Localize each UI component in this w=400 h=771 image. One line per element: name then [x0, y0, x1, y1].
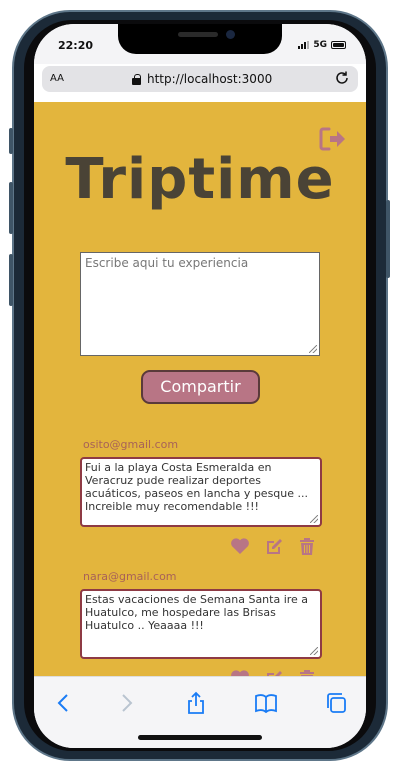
share-icon[interactable] [184, 691, 208, 715]
phone-screen: 22:20 5G AA http://localhost:3000 Tripti… [34, 24, 366, 748]
post-text-content: Estas vacaciones de Semana Santa ire a H… [85, 593, 309, 632]
status-indicators: 5G [298, 40, 346, 50]
edit-icon[interactable] [264, 537, 284, 555]
heart-icon[interactable] [230, 669, 250, 676]
tabs-icon[interactable] [324, 691, 348, 715]
url-text: http://localhost:3000 [147, 72, 273, 86]
post-email: nara@gmail.com [83, 570, 177, 583]
text-size-label: AA [50, 73, 64, 84]
battery-icon [331, 41, 346, 49]
trash-icon[interactable] [298, 537, 316, 555]
reload-icon[interactable] [334, 70, 350, 90]
resize-handle[interactable] [310, 647, 318, 655]
camera-icon [226, 30, 235, 39]
app-page: Triptime Escribe aqui tu experiencia Com… [34, 102, 366, 676]
home-indicator [138, 735, 262, 740]
heart-icon[interactable] [230, 537, 250, 555]
bookmarks-icon[interactable] [254, 691, 278, 715]
lock-icon [132, 73, 141, 85]
post-text-content: Fui a la playa Costa Esmeralda en Veracr… [85, 461, 309, 513]
share-button[interactable]: Compartir [141, 370, 260, 404]
network-label: 5G [313, 40, 327, 50]
post-card: nara@gmail.com Estas vacaciones de Seman… [80, 570, 322, 676]
resize-handle[interactable] [309, 345, 317, 353]
volume-up-button [9, 182, 13, 234]
status-time: 22:20 [58, 39, 94, 52]
experience-textarea[interactable]: Escribe aqui tu experiencia [80, 252, 320, 356]
mute-switch [9, 128, 13, 154]
forward-icon[interactable] [114, 691, 138, 715]
address-bar[interactable]: AA http://localhost:3000 [42, 66, 358, 92]
text-size-button[interactable]: AA [50, 73, 64, 84]
post-email: osito@gmail.com [83, 438, 179, 451]
browser-toolbar [34, 676, 366, 748]
trash-icon[interactable] [298, 669, 316, 676]
composer-placeholder: Escribe aqui tu experiencia [85, 256, 249, 270]
speaker-grille [178, 32, 218, 37]
edit-icon[interactable] [264, 669, 284, 676]
notch [118, 24, 282, 54]
post-actions [80, 669, 322, 676]
post-text[interactable]: Fui a la playa Costa Esmeralda en Veracr… [80, 457, 322, 527]
back-icon[interactable] [52, 691, 76, 715]
power-button [386, 200, 390, 278]
post-actions [80, 537, 322, 555]
post-card: osito@gmail.com Fui a la playa Costa Esm… [80, 438, 322, 555]
resize-handle[interactable] [310, 515, 318, 523]
volume-down-button [9, 254, 13, 306]
post-text[interactable]: Estas vacaciones de Semana Santa ire a H… [80, 589, 322, 659]
app-title: Triptime [65, 147, 335, 212]
url-field[interactable]: http://localhost:3000 [132, 72, 272, 86]
signal-icon [298, 41, 310, 49]
